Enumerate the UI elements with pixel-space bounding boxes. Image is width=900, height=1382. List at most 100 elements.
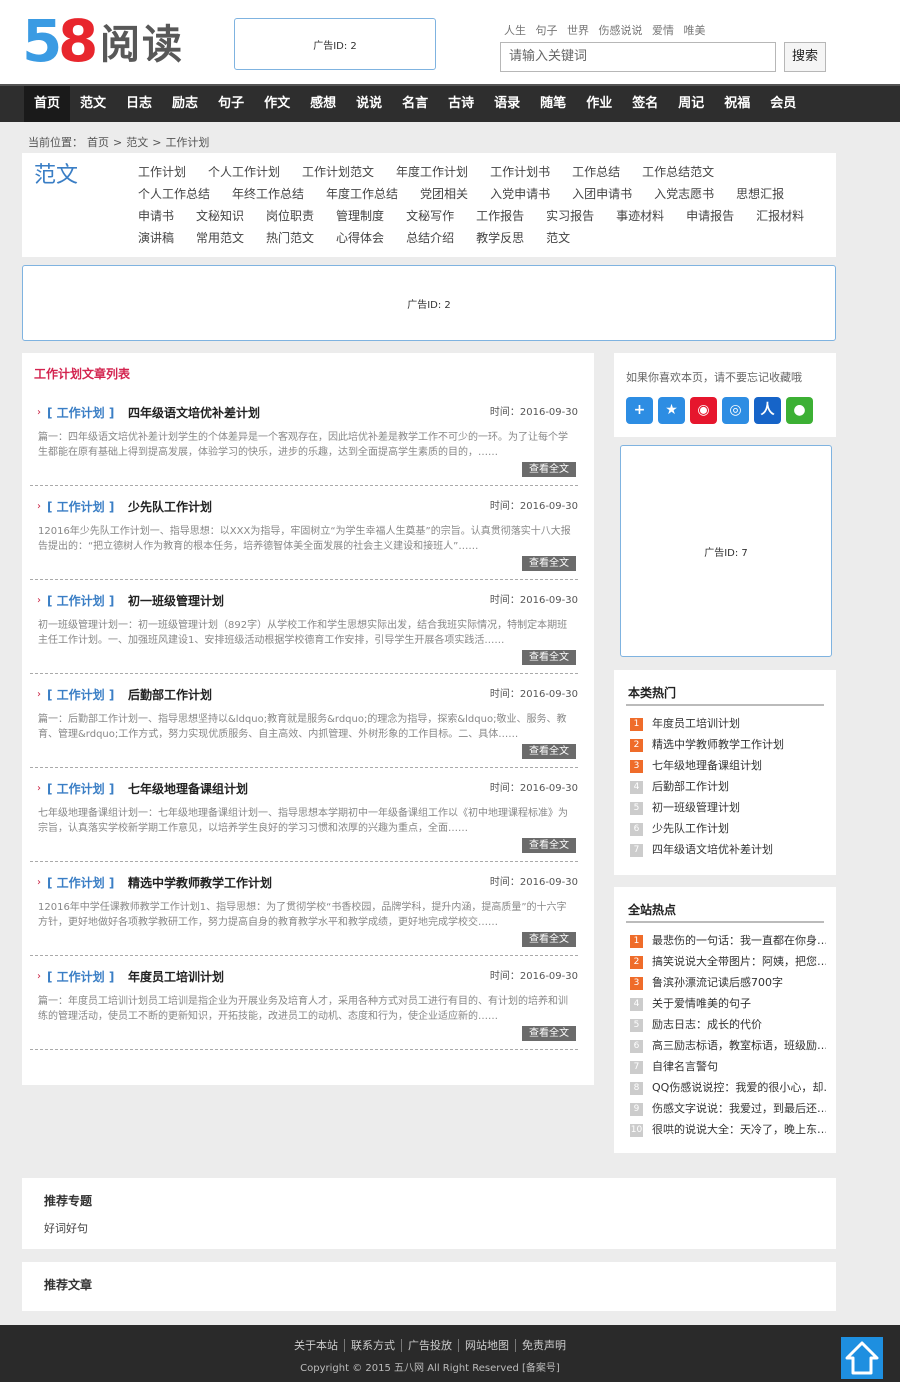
nav-item[interactable]: 名言 <box>392 86 438 122</box>
article-title[interactable]: 七年级地理备课组计划 <box>128 780 248 798</box>
category-link[interactable]: 党团相关 <box>420 183 468 205</box>
category-link[interactable]: 入团申请书 <box>572 183 632 205</box>
rank-item[interactable]: 9 伤感文字说说：我爱过，到最后还… <box>630 1098 826 1119</box>
footer-link[interactable]: 关于本站 <box>288 1339 345 1352</box>
category-link[interactable]: 心得体会 <box>336 227 384 249</box>
category-link[interactable]: 汇报材料 <box>756 205 804 227</box>
category-link[interactable]: 管理制度 <box>336 205 384 227</box>
rank-item[interactable]: 8 QQ伤感说说控：我爱的很小心，却… <box>630 1077 826 1098</box>
back-to-top-button[interactable] <box>841 1337 883 1379</box>
category-link[interactable]: 岗位职责 <box>266 205 314 227</box>
read-more-button[interactable]: 查看全文 <box>522 932 576 947</box>
category-link[interactable]: 个人工作总结 <box>138 183 210 205</box>
read-more-button[interactable]: 查看全文 <box>522 556 576 571</box>
middle-ad[interactable]: 广告ID: 2 <box>22 265 836 341</box>
category-link[interactable]: 总结介绍 <box>406 227 454 249</box>
rank-item[interactable]: 5 励志日志：成长的代价 <box>630 1014 826 1035</box>
category-link[interactable]: 申请报告 <box>686 205 734 227</box>
hot-keyword[interactable]: 伤感说说 <box>599 24 643 37</box>
article-tag[interactable]: [ 工作计划 ] <box>47 874 114 892</box>
rank-item[interactable]: 3 七年级地理备课组计划 <box>630 755 826 776</box>
hot-keyword[interactable]: 世界 <box>567 24 589 37</box>
article-title[interactable]: 四年级语文培优补差计划 <box>128 404 260 422</box>
category-link[interactable]: 申请书 <box>138 205 174 227</box>
article-title[interactable]: 年度员工培训计划 <box>128 968 224 986</box>
nav-item[interactable]: 作业 <box>576 86 622 122</box>
category-link[interactable]: 年度工作总结 <box>326 183 398 205</box>
category-link[interactable]: 思想汇报 <box>736 183 784 205</box>
article-tag[interactable]: [ 工作计划 ] <box>47 780 114 798</box>
article-tag[interactable]: [ 工作计划 ] <box>47 404 114 422</box>
nav-item[interactable]: 范文 <box>70 86 116 122</box>
category-link[interactable]: 热门范文 <box>266 227 314 249</box>
article-tag[interactable]: [ 工作计划 ] <box>47 498 114 516</box>
category-link[interactable]: 文秘写作 <box>406 205 454 227</box>
category-title[interactable]: 范文 <box>34 157 78 189</box>
nav-item[interactable]: 随笔 <box>530 86 576 122</box>
read-more-button[interactable]: 查看全文 <box>522 744 576 759</box>
article-tag[interactable]: [ 工作计划 ] <box>47 686 114 704</box>
rank-item[interactable]: 1 最悲伤的一句话：我一直都在你身… <box>630 930 826 951</box>
footer-link[interactable]: 广告投放 <box>402 1339 459 1352</box>
search-button[interactable]: 搜索 <box>784 42 826 72</box>
recommend-topic-link[interactable]: 好词好句 <box>44 1220 88 1236</box>
category-link[interactable]: 演讲稿 <box>138 227 174 249</box>
rank-item[interactable]: 1 年度员工培训计划 <box>630 713 826 734</box>
breadcrumb-current[interactable]: 工作计划 <box>165 136 209 149</box>
nav-item[interactable]: 作文 <box>254 86 300 122</box>
nav-item[interactable]: 语录 <box>484 86 530 122</box>
rank-item[interactable]: 6 少先队工作计划 <box>630 818 826 839</box>
qzone-icon[interactable]: ★ <box>658 397 685 424</box>
article-title[interactable]: 精选中学教师教学工作计划 <box>128 874 272 892</box>
renren-icon[interactable]: 人 <box>754 397 781 424</box>
site-logo[interactable]: 5 8 阅读 <box>22 8 192 76</box>
hot-keyword[interactable]: 唯美 <box>684 24 706 37</box>
category-link[interactable]: 工作报告 <box>476 205 524 227</box>
nav-item[interactable]: 感想 <box>300 86 346 122</box>
nav-item[interactable]: 说说 <box>346 86 392 122</box>
nav-item[interactable]: 日志 <box>116 86 162 122</box>
sidebar-ad[interactable]: 广告ID: 7 <box>620 445 832 657</box>
nav-item[interactable]: 签名 <box>622 86 668 122</box>
read-more-button[interactable]: 查看全文 <box>522 462 576 477</box>
category-link[interactable]: 工作计划书 <box>490 161 550 183</box>
wechat-icon[interactable]: ● <box>786 397 813 424</box>
article-title[interactable]: 少先队工作计划 <box>128 498 212 516</box>
category-link[interactable]: 年终工作总结 <box>232 183 304 205</box>
category-link[interactable]: 常用范文 <box>196 227 244 249</box>
category-link[interactable]: 范文 <box>546 227 570 249</box>
header-ad[interactable]: 广告ID: 2 <box>234 18 436 70</box>
rank-item[interactable]: 7 自律名言警句 <box>630 1056 826 1077</box>
hot-keyword[interactable]: 句子 <box>536 24 558 37</box>
nav-item[interactable]: 会员 <box>760 86 806 122</box>
plus-share-icon[interactable]: + <box>626 397 653 424</box>
hot-keyword[interactable]: 爱情 <box>652 24 674 37</box>
hot-keyword[interactable]: 人生 <box>504 24 526 37</box>
nav-item[interactable]: 首页 <box>24 86 71 122</box>
read-more-button[interactable]: 查看全文 <box>522 650 576 665</box>
category-link[interactable]: 工作总结范文 <box>642 161 714 183</box>
nav-item[interactable]: 祝福 <box>714 86 760 122</box>
category-link[interactable]: 工作计划 <box>138 161 186 183</box>
article-title[interactable]: 后勤部工作计划 <box>128 686 212 704</box>
footer-link[interactable]: 免责声明 <box>516 1339 572 1352</box>
article-title[interactable]: 初一班级管理计划 <box>128 592 224 610</box>
tencent-weibo-icon[interactable]: ◎ <box>722 397 749 424</box>
nav-item[interactable]: 句子 <box>208 86 254 122</box>
footer-link[interactable]: 联系方式 <box>345 1339 402 1352</box>
rank-item[interactable]: 5 初一班级管理计划 <box>630 797 826 818</box>
category-link[interactable]: 入党志愿书 <box>654 183 714 205</box>
rank-item[interactable]: 3 鲁滨孙漂流记读后感700字 <box>630 972 826 993</box>
rank-item[interactable]: 10 很哄的说说大全：天冷了，晚上东… <box>630 1119 826 1140</box>
rank-item[interactable]: 7 四年级语文培优补差计划 <box>630 839 826 860</box>
rank-item[interactable]: 2 精选中学教师教学工作计划 <box>630 734 826 755</box>
rank-item[interactable]: 4 关于爱情唯美的句子 <box>630 993 826 1014</box>
category-link[interactable]: 教学反思 <box>476 227 524 249</box>
category-link[interactable]: 入党申请书 <box>490 183 550 205</box>
breadcrumb-category[interactable]: 范文 <box>126 136 148 149</box>
read-more-button[interactable]: 查看全文 <box>522 838 576 853</box>
category-link[interactable]: 年度工作计划 <box>396 161 468 183</box>
category-link[interactable]: 个人工作计划 <box>208 161 280 183</box>
rank-item[interactable]: 2 搞笑说说大全带图片：阿姨，把您… <box>630 951 826 972</box>
footer-link[interactable]: 网站地图 <box>459 1339 516 1352</box>
